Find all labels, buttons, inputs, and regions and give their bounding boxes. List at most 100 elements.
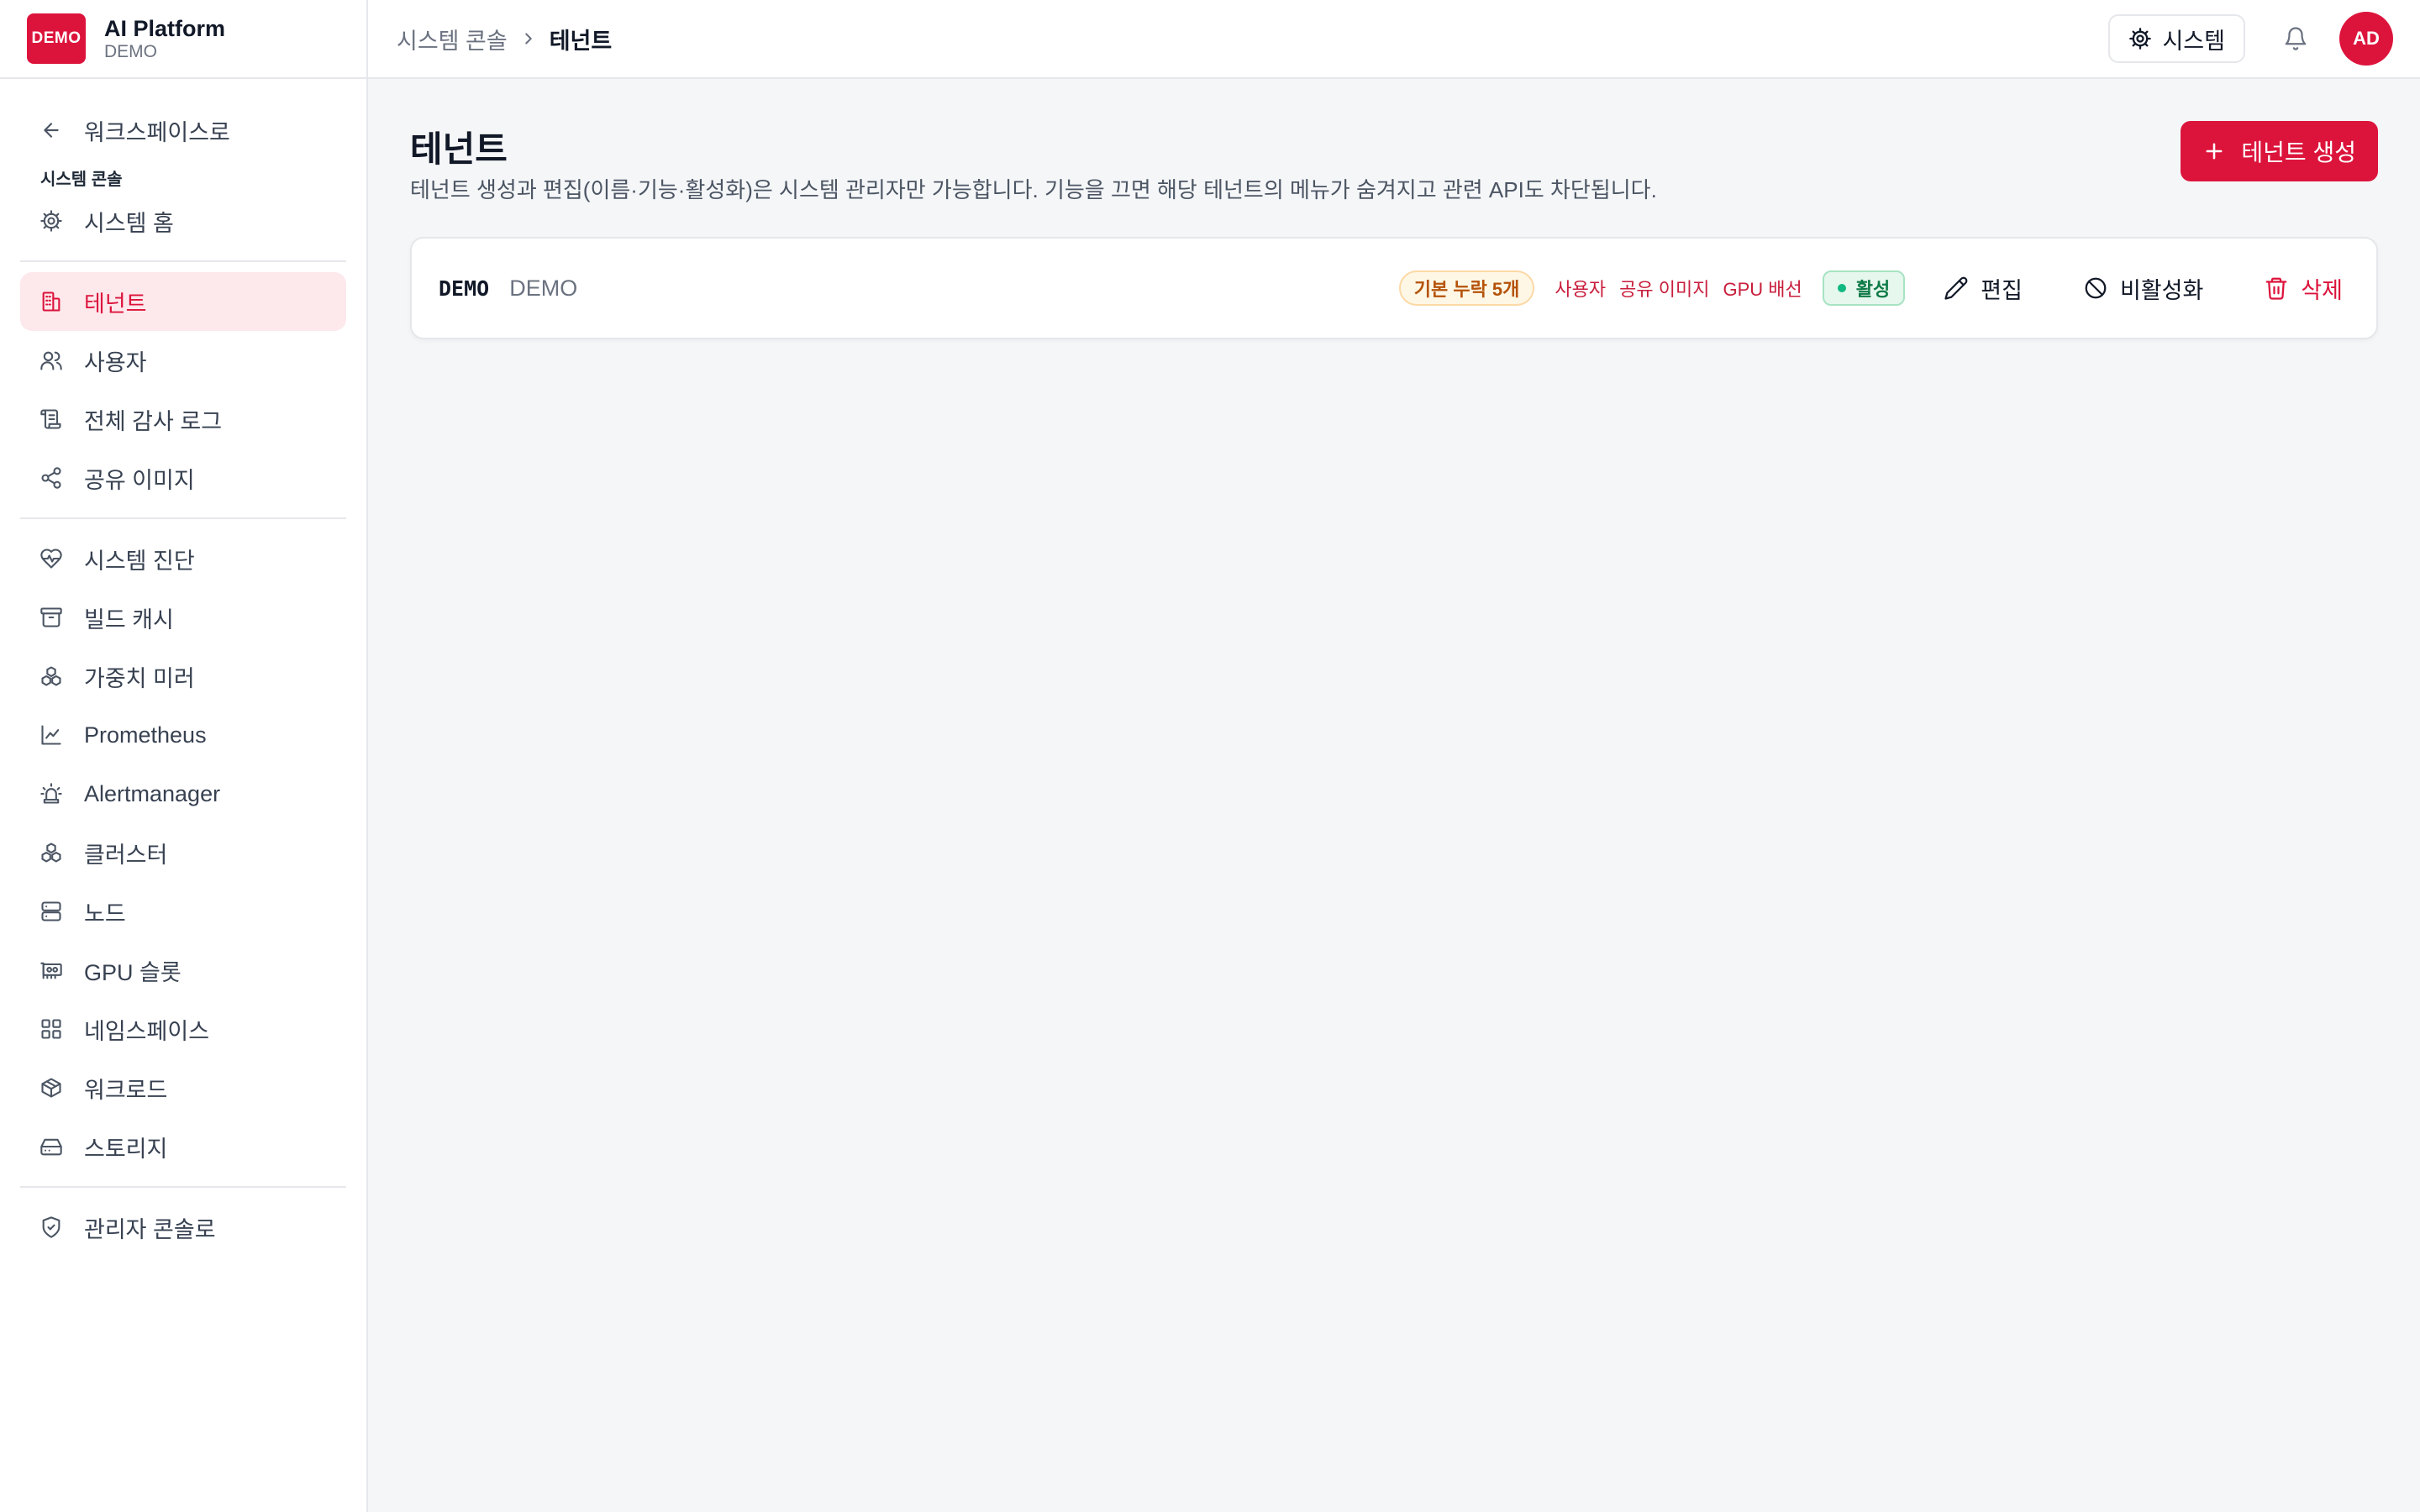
back-to-workspace-link[interactable]: 워크스페이스로 — [20, 101, 346, 160]
scroll-icon — [39, 407, 64, 432]
gear-icon — [2128, 27, 2152, 50]
sidebar-item-users[interactable]: 사용자 — [20, 331, 346, 390]
brand-title: AI Platform — [104, 16, 226, 41]
edit-button[interactable]: 편집 — [1944, 272, 2023, 305]
sidebar-nav: 워크스페이스로 시스템 콘솔 시스템 홈 테넌트 사용자 전체 감사 로그 공유… — [0, 79, 366, 1257]
sidebar-item-label: 사용자 — [84, 349, 147, 375]
brand-logo: DEMO — [27, 13, 86, 64]
package-icon — [39, 1075, 64, 1100]
sidebar-item-label: 노드 — [84, 900, 126, 927]
sidebar-item-label: 가중치 미러 — [84, 665, 195, 691]
page-title: 테넌트 — [410, 129, 508, 169]
disable-label: 비활성화 — [2119, 277, 2204, 303]
feature-tag: 공유 이미지 — [1619, 279, 1710, 300]
sidebar-item-prometheus[interactable]: Prometheus — [20, 706, 346, 764]
chevron-right-icon — [519, 29, 538, 48]
boxes-icon — [39, 664, 64, 689]
edit-label: 편집 — [1981, 277, 2023, 303]
sidebar-item-label: 네임스페이스 — [84, 1018, 210, 1044]
sidebar-item-clusters[interactable]: 클러스터 — [20, 823, 346, 882]
sidebar-item-nodes[interactable]: 노드 — [20, 882, 346, 941]
feature-tag: 사용자 — [1555, 279, 1607, 300]
plus-icon — [2202, 139, 2226, 163]
page-description: 테넌트 생성과 편집(이름·기능·활성화)은 시스템 관리자만 가능합니다. 기… — [410, 177, 1657, 202]
divider — [20, 1186, 346, 1188]
system-button-label: 시스템 — [2162, 28, 2225, 54]
disable-button[interactable]: 비활성화 — [2083, 272, 2203, 305]
ban-icon — [2083, 276, 2108, 301]
sidebar-item-diagnostics[interactable]: 시스템 진단 — [20, 529, 346, 588]
sidebar-item-tenants[interactable]: 테넌트 — [20, 272, 346, 331]
server-icon — [39, 899, 64, 924]
sidebar-item-shared-images[interactable]: 공유 이미지 — [20, 449, 346, 507]
avatar[interactable]: AD — [2339, 12, 2393, 66]
main-content: 테넌트 테넌트 생성과 편집(이름·기능·활성화)은 시스템 관리자만 가능합니… — [368, 79, 2420, 1512]
bell-icon[interactable] — [2279, 22, 2312, 55]
building-icon — [39, 289, 64, 314]
tenant-row: DEMO DEMO 기본 누락 5개 사용자 공유 이미지 GPU 배선 활성 … — [410, 237, 2378, 339]
sidebar-item-label: 시스템 진단 — [84, 548, 195, 574]
app-root: DEMO AI Platform DEMO 워크스페이스로 시스템 콘솔 시스템… — [0, 0, 2420, 1512]
delete-label: 삭제 — [2301, 277, 2343, 303]
shield-check-icon — [39, 1215, 64, 1240]
breadcrumb-parent[interactable]: 시스템 콘솔 — [397, 23, 508, 55]
divider — [20, 260, 346, 262]
cluster-icon — [39, 840, 64, 865]
brand-subtitle: DEMO — [104, 42, 157, 61]
sidebar-item-label: 공유 이미지 — [84, 467, 195, 493]
divider — [20, 517, 346, 519]
sidebar-item-alertmanager[interactable]: Alertmanager — [20, 764, 346, 823]
sidebar-item-system-home[interactable]: 시스템 홈 — [20, 192, 346, 250]
sidebar-item-label: 전체 감사 로그 — [84, 408, 223, 434]
sidebar-item-label: 시스템 홈 — [84, 210, 174, 236]
users-icon — [39, 348, 64, 373]
sidebar-item-build-cache[interactable]: 빌드 캐시 — [20, 588, 346, 647]
status-label: 활성 — [1855, 279, 1891, 300]
sidebar-item-workloads[interactable]: 워크로드 — [20, 1058, 346, 1117]
sidebar: DEMO AI Platform DEMO 워크스페이스로 시스템 콘솔 시스템… — [0, 0, 368, 1512]
gpu-icon — [39, 958, 64, 983]
delete-button[interactable]: 삭제 — [2264, 272, 2343, 305]
system-button[interactable]: 시스템 — [2108, 14, 2245, 63]
feature-tag: GPU 배선 — [1723, 279, 1802, 300]
sidebar-item-label: 클러스터 — [84, 842, 168, 868]
grid-icon — [39, 1016, 64, 1042]
section-label: 시스템 콘솔 — [40, 171, 123, 189]
arrow-left-icon — [39, 118, 64, 143]
sidebar-item-label: 테넌트 — [84, 291, 147, 317]
siren-icon — [39, 781, 64, 806]
sidebar-item-audit-log[interactable]: 전체 감사 로그 — [20, 390, 346, 449]
missing-defaults-badge: 기본 누락 5개 — [1398, 270, 1535, 306]
create-tenant-label: 테넌트 생성 — [2241, 139, 2356, 165]
line-chart-icon — [39, 722, 64, 748]
heart-pulse-icon — [39, 546, 64, 571]
sidebar-item-gpu-slots[interactable]: GPU 슬롯 — [20, 941, 346, 1000]
status-badge: 활성 — [1822, 270, 1906, 306]
trash-icon — [2264, 276, 2289, 301]
topbar: 시스템 콘솔 테넌트 시스템 AD — [368, 0, 2420, 79]
sidebar-item-label: 스토리지 — [84, 1136, 168, 1162]
tenant-name: DEMO — [509, 275, 578, 301]
sidebar-item-label: Alertmanager — [84, 780, 221, 806]
breadcrumb-current: 테넌트 — [549, 28, 613, 54]
sidebar-item-label: 워크로드 — [84, 1077, 168, 1103]
status-dot — [1837, 284, 1846, 292]
share-icon — [39, 465, 64, 491]
pencil-icon — [1944, 276, 1969, 301]
sidebar-item-label: GPU 슬롯 — [84, 959, 182, 985]
back-label: 워크스페이스로 — [84, 119, 230, 145]
hard-drive-icon — [39, 1134, 64, 1159]
sidebar-item-label: 관리자 콘솔로 — [84, 1216, 216, 1242]
sidebar-item-label: 빌드 캐시 — [84, 606, 174, 633]
sidebar-item-namespaces[interactable]: 네임스페이스 — [20, 1000, 346, 1058]
sidebar-item-storage[interactable]: 스토리지 — [20, 1117, 346, 1176]
tenant-code: DEMO — [439, 276, 490, 301]
sidebar-item-label: Prometheus — [84, 722, 207, 748]
archive-icon — [39, 605, 64, 630]
breadcrumb: 시스템 콘솔 테넌트 — [397, 23, 612, 55]
brand: DEMO AI Platform DEMO — [0, 0, 366, 79]
create-tenant-button[interactable]: 테넌트 생성 — [2181, 121, 2378, 181]
gear-icon — [39, 208, 64, 234]
sidebar-item-weight-mirror[interactable]: 가중치 미러 — [20, 647, 346, 706]
sidebar-item-admin-console[interactable]: 관리자 콘솔로 — [20, 1198, 346, 1257]
